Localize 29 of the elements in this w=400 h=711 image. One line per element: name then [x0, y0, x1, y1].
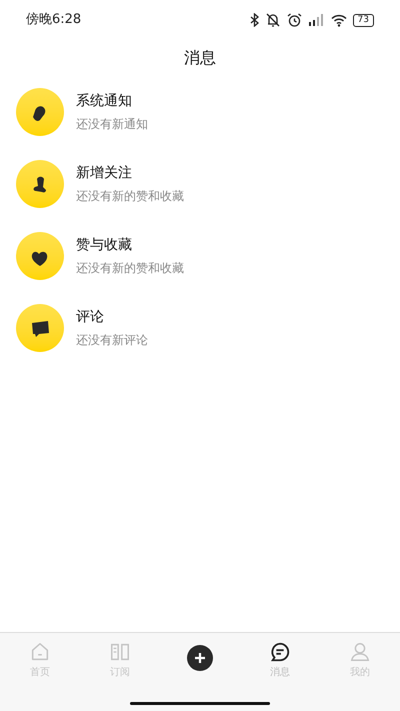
comment-category-icon — [16, 304, 64, 352]
plus-icon — [194, 652, 206, 664]
home-icon — [29, 641, 51, 663]
category-subtitle: 还没有新的赞和收藏 — [76, 188, 184, 205]
message-category-item[interactable]: 评论 还没有新评论 — [0, 292, 400, 364]
heart-category-icon — [16, 232, 64, 280]
category-subtitle: 还没有新的赞和收藏 — [76, 260, 184, 277]
user-icon — [349, 641, 371, 663]
category-subtitle: 还没有新通知 — [76, 116, 148, 133]
alarm-icon — [286, 13, 302, 27]
wifi-icon — [330, 14, 347, 26]
message-category-item[interactable]: 新增关注 还没有新的赞和收藏 — [0, 148, 400, 220]
chat-bubble-icon — [269, 641, 291, 663]
add-button[interactable] — [187, 645, 213, 671]
message-category-item[interactable]: 系统通知 还没有新通知 — [0, 76, 400, 148]
category-title: 赞与收藏 — [76, 236, 133, 255]
category-title: 新增关注 — [76, 164, 133, 183]
signal-icon — [308, 13, 325, 27]
battery-indicator: 73 — [352, 14, 374, 26]
message-category-item[interactable]: 赞与收藏 还没有新的赞和收藏 — [0, 220, 400, 292]
book-icon — [109, 641, 131, 663]
muted-bell-icon — [264, 13, 281, 27]
category-title: 系统通知 — [76, 92, 133, 111]
category-title: 评论 — [76, 308, 105, 327]
status-time: 傍晚6:28 — [26, 11, 82, 30]
category-subtitle: 还没有新评论 — [76, 332, 148, 349]
bluetooth-icon — [250, 13, 259, 27]
person-category-icon — [16, 160, 64, 208]
page-title: 消息 — [184, 47, 216, 69]
